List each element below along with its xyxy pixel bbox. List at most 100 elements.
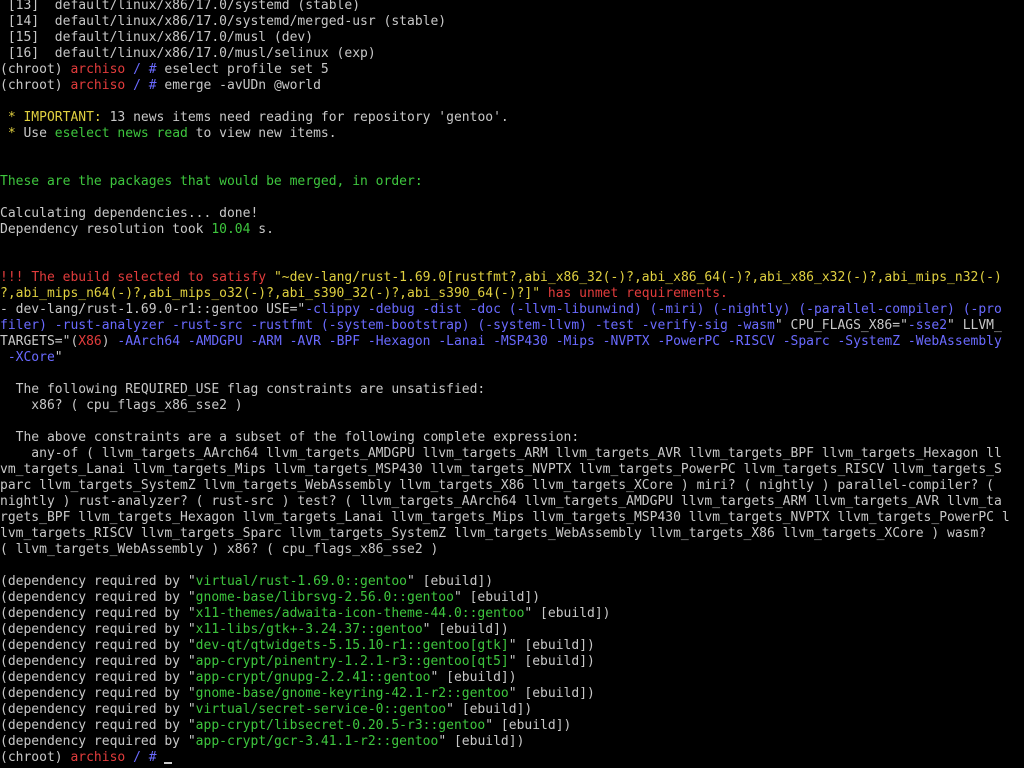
terminal-line: (dependency required by "app-crypt/gcr-3… [0,734,1024,750]
terminal-text: to view new items. [187,126,337,141]
terminal-line: (chroot) archiso / # emerge -avUDn @worl… [0,78,1024,94]
terminal-text: [14] default/linux/x86/17.0/systemd/merg… [0,14,447,29]
terminal-text: nightly ) rust-analyzer? ( rust-src ) te… [0,494,1002,509]
terminal-text: # [148,62,165,77]
terminal-text: Use [23,126,55,141]
command-prompt[interactable]: (chroot) archiso / # [0,750,1024,766]
terminal-text: " LLVM_ [947,318,1002,333]
terminal-line: (dependency required by "gnome-base/libr… [0,590,1024,606]
terminal-text: (chroot) [0,78,71,93]
terminal-text: archiso [70,62,126,77]
terminal-line: [14] default/linux/x86/17.0/systemd/merg… [0,14,1024,30]
terminal-text: " [ebuild]) [438,734,525,749]
terminal-text: virtual/rust-1.69.0::gentoo [195,574,407,589]
terminal-text: * [0,110,24,125]
terminal-line: (dependency required by "virtual/rust-1.… [0,574,1024,590]
terminal-line: These are the packages that would be mer… [0,174,1024,190]
terminal-line: (dependency required by "x11-themes/adwa… [0,606,1024,622]
terminal-line: lvm_targets_RISCV llvm_targets_Sparc llv… [0,526,1024,542]
terminal-line: rgets_BPF llvm_targets_Hexagon llvm_targ… [0,510,1024,526]
terminal-text: These are the packages that would be mer… [0,174,423,189]
terminal-text: has unmet requirements. [540,286,728,301]
terminal-text: " [ebuild]) [407,574,494,589]
terminal-text: -AArch64 -AMDGPU -ARM -AVR -BPF -Hexagon… [117,334,1002,349]
terminal-text: [16] default/linux/x86/17.0/musl/selinux… [0,46,376,61]
terminal-text: (dependency required by " [0,734,196,749]
terminal-text: " [ebuild]) [508,638,595,653]
terminal-text: (dependency required by " [0,574,196,589]
terminal-line: x86? ( cpu_flags_x86_sse2 ) [0,398,1024,414]
terminal-text: Calculating dependencies... done! [0,206,259,221]
terminal-window[interactable]: [13] default/linux/x86/17.0/systemd (sta… [0,0,1024,768]
terminal-line: Calculating dependencies... done! [0,206,1024,222]
terminal-text: gnome-base/gnome-keyring-42.1-r2::gentoo [195,686,509,701]
terminal-line: (dependency required by "gnome-base/gnom… [0,686,1024,702]
terminal-text: (chroot) [0,62,71,77]
terminal-line: parc llvm_targets_SystemZ llvm_targets_W… [0,478,1024,494]
text-cursor[interactable] [164,762,173,764]
terminal-text: filer) -rust-analyzer -rust-src -rustfmt… [0,318,775,333]
terminal-text: s. [250,222,274,237]
terminal-text: x86? ( cpu_flags_x86_sse2 ) [0,398,243,413]
terminal-text: app-crypt/gcr-3.41.1-r2::gentoo [195,734,439,749]
terminal-text: app-crypt/pinentry-1.2.1-r3::gentoo[qt5] [195,654,509,669]
terminal-text: archiso [70,78,126,93]
terminal-text: "~dev-lang/rust-1.69.0[rustfmt?,abi_x86_… [273,270,1002,285]
terminal-text: ?,abi_mips_n64(-)?,abi_mips_o32(-)?,abi_… [0,286,541,301]
terminal-text: x11-themes/adwaita-icon-theme-44.0::gent… [195,606,525,621]
terminal-line: nightly ) rust-analyzer? ( rust-src ) te… [0,494,1024,510]
terminal-text: The ebuild selected to satisfy [31,270,274,285]
prompt-path: / [133,750,141,765]
terminal-text: The following REQUIRED_USE flag constrai… [0,382,486,397]
terminal-text: 13 news items need reading for repositor… [101,110,509,125]
terminal-text: X86 [78,334,102,349]
terminal-text: (dependency required by " [0,638,196,653]
terminal-text: " [ebuild]) [430,670,517,685]
terminal-text: " CPU_FLAGS_X86=" [774,318,908,333]
terminal-line: [13] default/linux/x86/17.0/systemd (sta… [0,0,1024,14]
terminal-line: (dependency required by "app-crypt/gnupg… [0,670,1024,686]
terminal-line: - dev-lang/rust-1.69.0-r1::gentoo USE="-… [0,302,1024,318]
terminal-text: eselect profile set 5 [164,62,329,77]
terminal-text: " [ebuild]) [422,622,509,637]
terminal-line: (dependency required by "app-crypt/libse… [0,718,1024,734]
terminal-line: (dependency required by "dev-qt/qtwidget… [0,638,1024,654]
terminal-text: / [125,62,149,77]
terminal-text: (dependency required by " [0,654,196,669]
terminal-line: The following REQUIRED_USE flag constrai… [0,382,1024,398]
terminal-text: -clippy -debug -dist -doc (-llvm-libunwi… [305,302,1002,317]
terminal-line: vm_targets_Lanai llvm_targets_Mips llvm_… [0,462,1024,478]
terminal-text: x11-libs/gtk+-3.24.37::gentoo [195,622,423,637]
terminal-line: -XCore" [0,350,1024,366]
terminal-line: any-of ( llvm_targets_AArch64 llvm_targe… [0,446,1024,462]
terminal-text: Dependency resolution took [0,222,212,237]
terminal-text: " [ebuild]) [524,606,611,621]
terminal-output: [13] default/linux/x86/17.0/systemd (sta… [0,0,1024,750]
terminal-text: app-crypt/libsecret-0.20.5-r3::gentoo [195,718,486,733]
terminal-text: ( llvm_targets_WebAssembly ) x86? ( cpu_… [0,542,439,557]
terminal-text: * [0,126,24,141]
terminal-line: ?,abi_mips_n64(-)?,abi_mips_o32(-)?,abi_… [0,286,1024,302]
terminal-text: emerge -avUDn @world [164,78,321,93]
terminal-line: filer) -rust-analyzer -rust-src -rustfmt… [0,318,1024,334]
terminal-line: [15] default/linux/x86/17.0/musl (dev) [0,30,1024,46]
prompt-chroot: (chroot) [0,750,63,765]
terminal-text: gnome-base/librsvg-2.56.0::gentoo [195,590,454,605]
terminal-text: (dependency required by " [0,718,196,733]
terminal-line: [16] default/linux/x86/17.0/musl/selinux… [0,46,1024,62]
terminal-text: virtual/secret-service-0::gentoo [195,702,447,717]
terminal-text: 10.04 [211,222,251,237]
terminal-text: (dependency required by " [0,606,196,621]
terminal-text: -XCore [0,350,55,365]
terminal-line: TARGETS="(X86) -AArch64 -AMDGPU -ARM -AV… [0,334,1024,350]
terminal-text: (dependency required by " [0,702,196,717]
terminal-line: (dependency required by "app-crypt/pinen… [0,654,1024,670]
terminal-text: rgets_BPF llvm_targets_Hexagon llvm_targ… [0,510,1010,525]
terminal-line: * Use eselect news read to view new item… [0,126,1024,142]
terminal-line: (dependency required by "x11-libs/gtk+-3… [0,622,1024,638]
terminal-line: ( llvm_targets_WebAssembly ) x86? ( cpu_… [0,542,1024,558]
